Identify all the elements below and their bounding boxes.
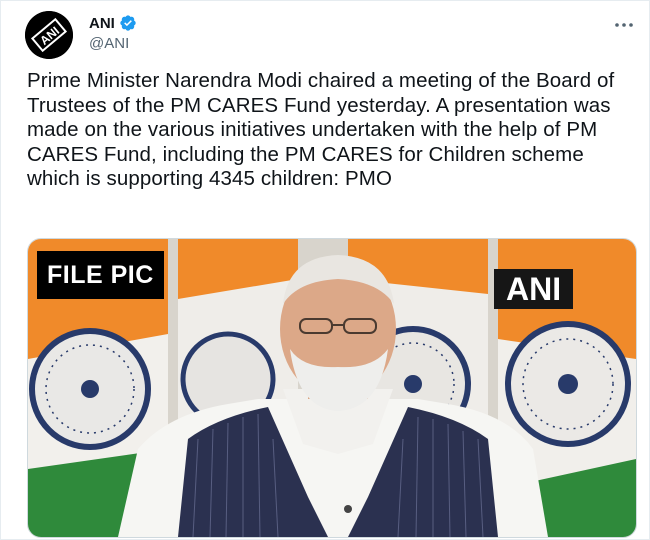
user-handle[interactable]: @ANI bbox=[89, 35, 137, 52]
tweet-header: ANI ANI @ANI bbox=[25, 9, 641, 59]
tweet-card: ANI ANI @ANI Prime Minister Narendra Mod… bbox=[0, 0, 650, 540]
ani-watermark: ANI bbox=[494, 269, 574, 309]
display-name-row: ANI bbox=[89, 13, 137, 33]
avatar[interactable]: ANI bbox=[25, 11, 73, 59]
verified-badge-icon bbox=[120, 15, 136, 31]
ani-logo-icon: ANI bbox=[25, 11, 73, 59]
tweet-media-image[interactable]: FILE PIC ANI bbox=[27, 238, 637, 538]
user-block: ANI @ANI bbox=[89, 13, 137, 52]
more-horizontal-icon bbox=[615, 23, 633, 27]
display-name[interactable]: ANI bbox=[89, 15, 115, 32]
more-options-button[interactable] bbox=[611, 15, 637, 35]
tweet-text: Prime Minister Narendra Modi chaired a m… bbox=[27, 69, 615, 191]
file-pic-badge: FILE PIC bbox=[37, 251, 164, 299]
